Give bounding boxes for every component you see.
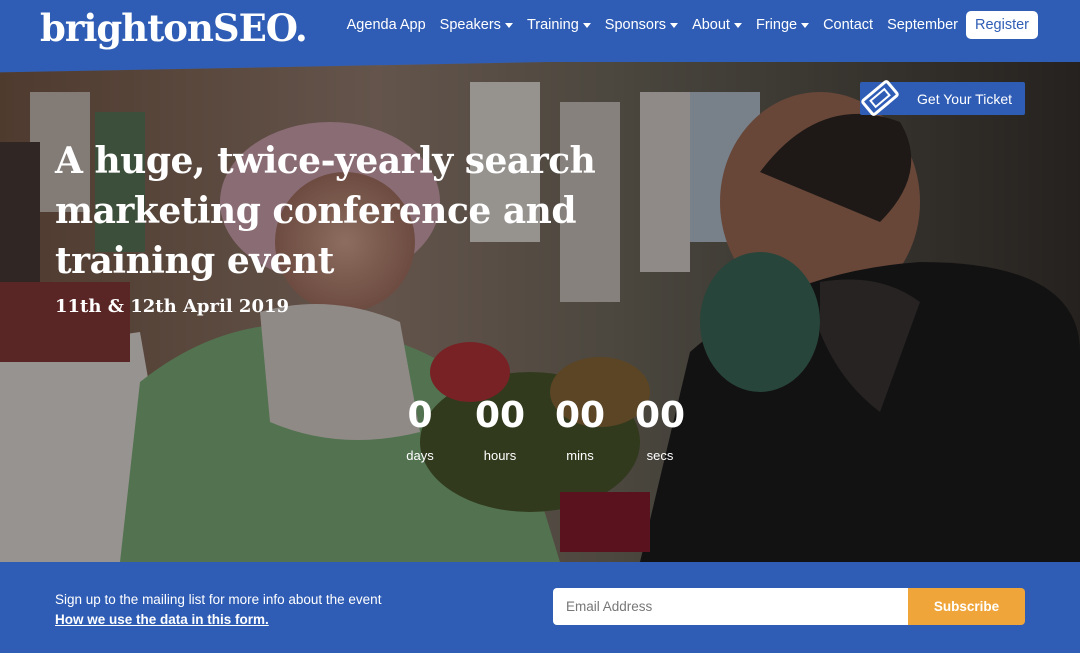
countdown-value: 00: [554, 395, 606, 436]
countdown-value: 00: [634, 395, 686, 436]
mailing-list-text: Sign up to the mailing list for more inf…: [55, 590, 381, 630]
data-usage-link[interactable]: How we use the data in this form.: [55, 610, 381, 630]
site-header: brightonSEO. Agenda App Speakers Trainin…: [0, 0, 1080, 62]
nav-label: About: [692, 17, 730, 33]
nav-item-sponsors[interactable]: Sponsors: [604, 17, 679, 33]
nav-label: Agenda App: [346, 17, 426, 33]
nav-label: Sponsors: [604, 17, 667, 33]
countdown-mins: 00 mins: [540, 394, 620, 463]
logo[interactable]: brightonSEO.: [40, 6, 308, 50]
countdown-hours: 00 hours: [460, 394, 540, 463]
nav-item-about[interactable]: About: [692, 17, 742, 33]
countdown-days: 0 days: [380, 394, 460, 463]
hero-headline: A huge, twice-yearly search marketing co…: [55, 140, 596, 282]
countdown-value: 00: [474, 395, 526, 436]
register-button[interactable]: Register: [966, 11, 1038, 39]
countdown-label: mins: [566, 448, 594, 463]
nav-item-contact[interactable]: Contact: [823, 17, 873, 33]
countdown-value: 0: [407, 395, 433, 436]
event-date: 11th & 12th April 2019: [55, 296, 290, 317]
nav-item-september[interactable]: September: [887, 17, 958, 33]
caret-down-icon: [582, 22, 591, 28]
mailing-list-bar: Sign up to the mailing list for more inf…: [0, 562, 1080, 653]
countdown-timer: 0 days 00 hours 00 mins 00 secs: [380, 394, 700, 463]
mailing-list-description: Sign up to the mailing list for more inf…: [55, 592, 382, 607]
nav-item-agenda-app[interactable]: Agenda App: [347, 17, 426, 33]
main-nav: Agenda App Speakers Training Sponsors Ab…: [333, 10, 1038, 40]
nav-item-fringe[interactable]: Fringe: [755, 17, 810, 33]
nav-label: Speakers: [439, 17, 501, 33]
nav-label: Training: [526, 17, 579, 33]
countdown-label: days: [406, 448, 434, 463]
countdown-label: secs: [646, 448, 674, 463]
nav-label: Contact: [823, 17, 874, 33]
nav-item-speakers[interactable]: Speakers: [440, 17, 513, 33]
caret-down-icon: [504, 22, 513, 28]
ticket-icon[interactable]: [858, 76, 902, 120]
nav-label: September: [887, 17, 958, 33]
subscribe-button[interactable]: Subscribe: [908, 588, 1025, 625]
email-input[interactable]: [553, 588, 908, 625]
caret-down-icon: [670, 22, 679, 28]
countdown-secs: 00 secs: [620, 394, 700, 463]
nav-label: Fringe: [755, 17, 798, 33]
countdown-label: hours: [483, 448, 517, 463]
caret-down-icon: [801, 22, 810, 28]
caret-down-icon: [733, 22, 742, 28]
nav-item-training[interactable]: Training: [527, 17, 591, 33]
